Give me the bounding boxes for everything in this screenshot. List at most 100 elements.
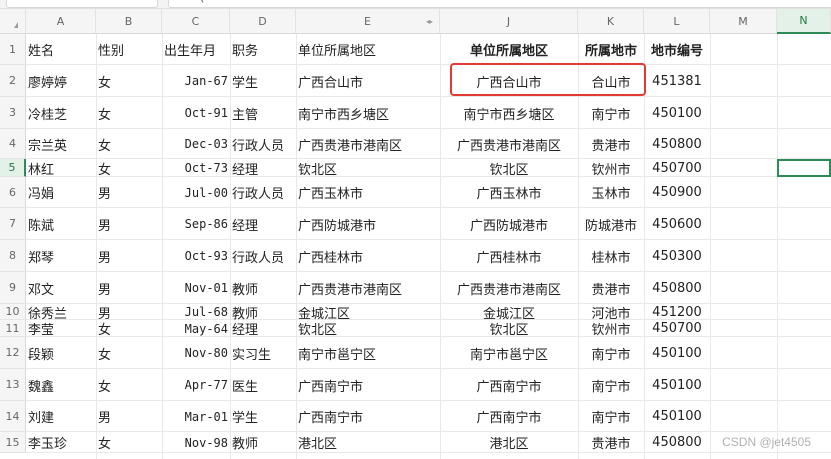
city-cell[interactable]: 防城港市 xyxy=(580,208,642,240)
name-cell[interactable]: 宗兰英 xyxy=(28,129,94,159)
column-header-b[interactable]: B xyxy=(96,9,162,34)
row-header[interactable]: 4 xyxy=(0,129,26,159)
active-cell-cursor[interactable] xyxy=(777,159,831,177)
city-cell[interactable]: 桂林市 xyxy=(580,240,642,272)
city-code-cell[interactable]: 450100 xyxy=(646,97,708,129)
city-cell[interactable]: 南宁市 xyxy=(580,337,642,369)
name-cell[interactable]: 陈斌 xyxy=(28,208,94,240)
column-header-m[interactable]: M xyxy=(710,9,777,34)
region-cell[interactable]: 广西防城港市 xyxy=(442,208,576,240)
gender-cell[interactable]: 男 xyxy=(98,177,160,208)
unit-region-cell[interactable]: 南宁市西乡塘区 xyxy=(298,97,438,129)
column-header-e[interactable]: E xyxy=(296,9,440,34)
row-header[interactable]: 12 xyxy=(0,337,26,369)
column-header-l[interactable]: L xyxy=(644,9,710,34)
birth-cell[interactable]: Oct-91 xyxy=(164,97,228,129)
birth-cell[interactable]: Dec-03 xyxy=(164,129,228,159)
region-cell[interactable]: 广西南宁市 xyxy=(442,401,576,432)
row-header[interactable]: 9 xyxy=(0,272,26,304)
job-cell[interactable]: 行政人员 xyxy=(232,129,294,159)
select-all-corner[interactable] xyxy=(0,9,26,34)
column-title-cell[interactable]: 单位所属地区 xyxy=(298,34,438,65)
unit-region-cell[interactable]: 南宁市邕宁区 xyxy=(298,337,438,369)
job-cell[interactable]: 经理 xyxy=(232,320,294,338)
row-header[interactable]: 5 xyxy=(0,159,26,177)
city-cell[interactable]: 河池市 xyxy=(580,304,642,322)
name-cell[interactable]: 徐秀兰 xyxy=(28,304,94,322)
job-cell[interactable]: 教师 xyxy=(232,272,294,304)
birth-cell[interactable]: Nov-80 xyxy=(164,337,228,369)
job-cell[interactable]: 主管 xyxy=(232,97,294,129)
region-cell[interactable]: 广西玉林市 xyxy=(442,177,576,208)
city-code-cell[interactable]: 450100 xyxy=(646,401,708,432)
region-cell[interactable]: 南宁市西乡塘区 xyxy=(442,97,576,129)
column-title-cell[interactable]: 职务 xyxy=(232,34,294,65)
region-cell[interactable]: 港北区 xyxy=(442,432,576,453)
birth-cell[interactable]: Jul-68 xyxy=(164,304,228,320)
job-cell[interactable]: 学生 xyxy=(232,401,294,432)
unit-region-cell[interactable]: 广西贵港市港南区 xyxy=(298,129,438,159)
column-header-c[interactable]: C xyxy=(162,9,230,34)
row-header[interactable]: 8 xyxy=(0,240,26,272)
city-code-cell[interactable]: 450900 xyxy=(646,177,708,208)
job-cell[interactable]: 行政人员 xyxy=(232,240,294,272)
gender-cell[interactable]: 男 xyxy=(98,272,160,304)
job-cell[interactable]: 实习生 xyxy=(232,337,294,369)
city-cell[interactable]: 南宁市 xyxy=(580,401,642,432)
name-cell[interactable]: 魏鑫 xyxy=(28,369,94,401)
gender-cell[interactable]: 女 xyxy=(98,159,160,178)
gender-cell[interactable]: 女 xyxy=(98,97,160,129)
column-header-a[interactable]: A xyxy=(26,9,96,34)
gender-cell[interactable]: 男 xyxy=(98,208,160,240)
row-header[interactable]: 3 xyxy=(0,97,26,129)
row-header[interactable]: 1 xyxy=(0,34,26,65)
city-cell[interactable]: 贵港市 xyxy=(580,272,642,304)
city-code-cell[interactable]: 450700 xyxy=(646,320,708,337)
column-header-j[interactable]: J xyxy=(440,9,578,34)
city-cell[interactable]: 贵港市 xyxy=(580,432,642,453)
row-header[interactable]: 14 xyxy=(0,401,26,432)
city-cell[interactable]: 钦州市 xyxy=(580,159,642,178)
region-cell[interactable]: 钦北区 xyxy=(442,159,576,178)
name-cell[interactable]: 冯娟 xyxy=(28,177,94,208)
unit-region-cell[interactable]: 广西南宁市 xyxy=(298,369,438,401)
gender-cell[interactable]: 女 xyxy=(98,65,160,97)
job-cell[interactable]: 经理 xyxy=(232,159,294,178)
birth-cell[interactable]: Nov-01 xyxy=(164,272,228,304)
name-cell[interactable]: 郑琴 xyxy=(28,240,94,272)
region-cell[interactable]: 广西南宁市 xyxy=(442,369,576,401)
city-cell[interactable]: 南宁市 xyxy=(580,97,642,129)
birth-cell[interactable]: May-64 xyxy=(164,320,228,337)
name-cell[interactable]: 冷桂芝 xyxy=(28,97,94,129)
column-header-n[interactable]: N xyxy=(777,9,831,34)
gender-cell[interactable]: 女 xyxy=(98,432,160,453)
region-cell[interactable]: 广西贵港市港南区 xyxy=(442,129,576,159)
row-header[interactable]: 15 xyxy=(0,432,26,453)
birth-cell[interactable]: Oct-93 xyxy=(164,240,228,272)
unit-region-cell[interactable]: 金城江区 xyxy=(298,304,438,322)
unit-region-cell[interactable]: 广西贵港市港南区 xyxy=(298,272,438,304)
job-cell[interactable]: 教师 xyxy=(232,432,294,453)
city-cell[interactable]: 玉林市 xyxy=(580,177,642,208)
city-code-cell[interactable]: 450100 xyxy=(646,337,708,369)
birth-cell[interactable]: Oct-73 xyxy=(164,159,228,177)
unit-region-cell[interactable]: 广西防城港市 xyxy=(298,208,438,240)
hidden-columns-marker[interactable]: ◂▸ xyxy=(426,17,433,26)
job-cell[interactable]: 医生 xyxy=(232,369,294,401)
city-code-cell[interactable]: 450100 xyxy=(646,369,708,401)
row-header[interactable]: 2 xyxy=(0,65,26,97)
city-code-cell[interactable]: 450800 xyxy=(646,432,708,453)
region-cell[interactable]: 广西贵港市港南区 xyxy=(442,272,576,304)
column-title-cell[interactable]: 性别 xyxy=(98,34,160,65)
city-code-cell[interactable]: 450800 xyxy=(646,129,708,159)
row-header[interactable]: 11 xyxy=(0,320,26,337)
city-cell[interactable]: 贵港市 xyxy=(580,129,642,159)
gender-cell[interactable]: 女 xyxy=(98,129,160,159)
unit-region-cell[interactable]: 广西玉林市 xyxy=(298,177,438,208)
name-cell[interactable]: 廖婷婷 xyxy=(28,65,94,97)
birth-cell[interactable]: Nov-98 xyxy=(164,432,228,453)
city-code-cell[interactable]: 450600 xyxy=(646,208,708,240)
job-cell[interactable]: 教师 xyxy=(232,304,294,322)
birth-cell[interactable]: Apr-77 xyxy=(164,369,228,401)
column-title-cell[interactable]: 单位所属地区 xyxy=(442,34,576,65)
